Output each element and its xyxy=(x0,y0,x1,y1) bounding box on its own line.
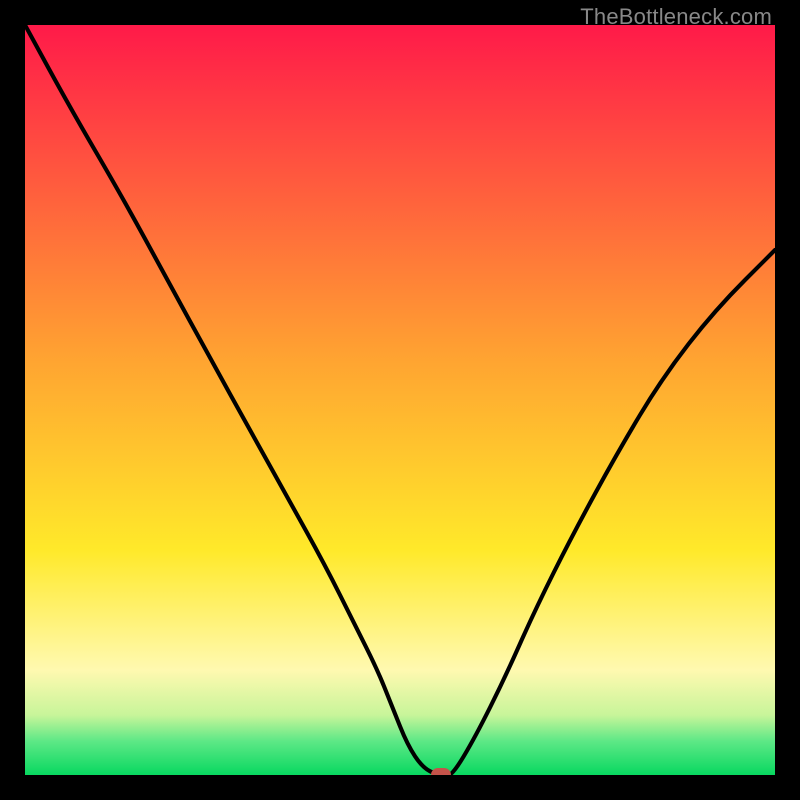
optimum-marker-icon xyxy=(431,768,451,775)
plot-area xyxy=(25,25,775,775)
chart-frame: TheBottleneck.com xyxy=(0,0,800,800)
bottleneck-curve xyxy=(25,25,775,775)
